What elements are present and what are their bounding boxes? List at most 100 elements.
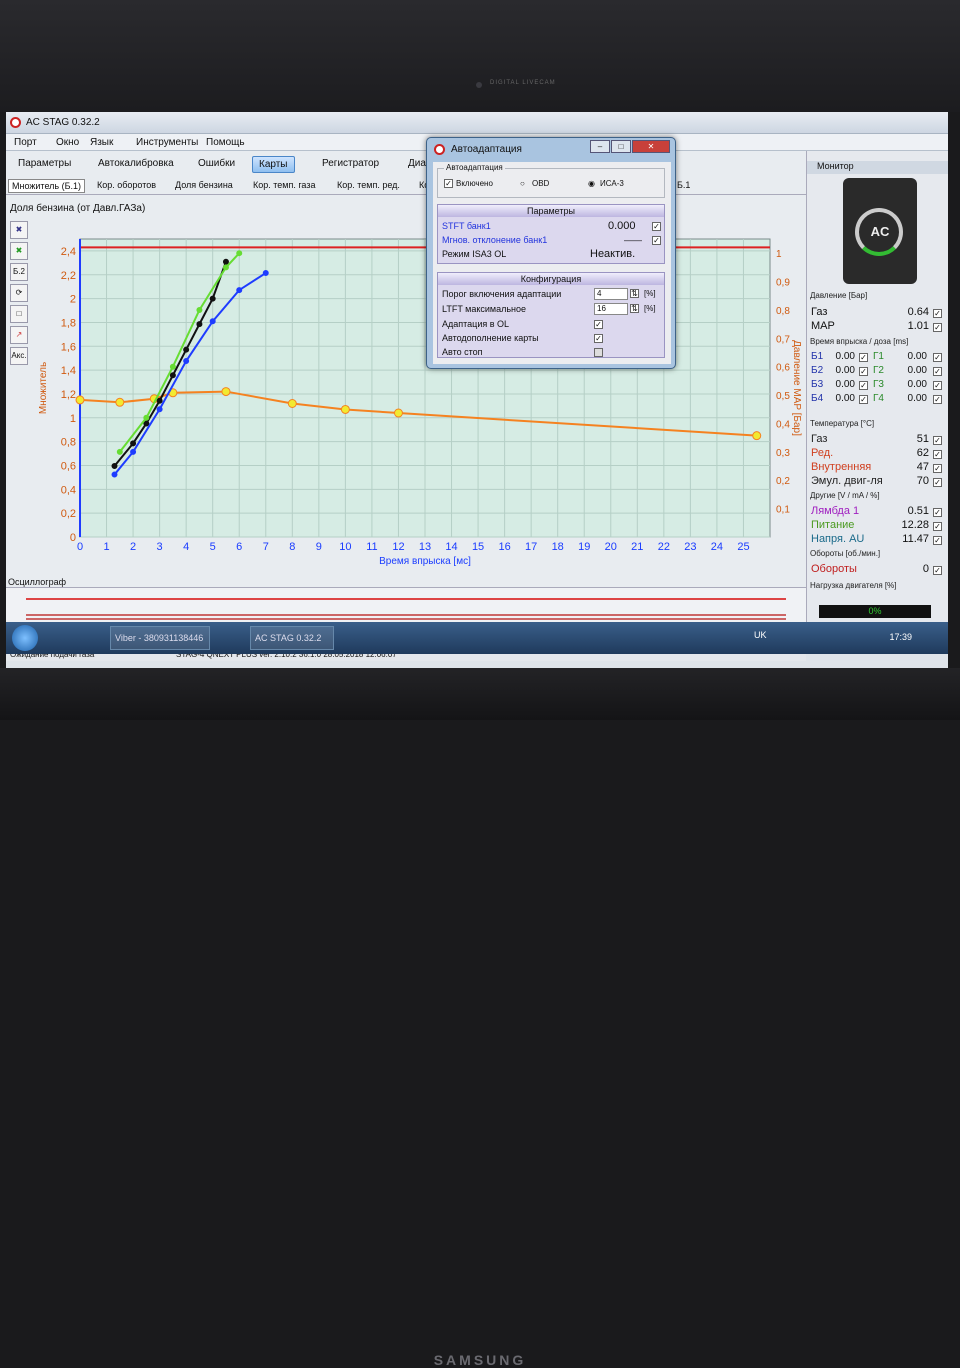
menu-window[interactable]: Окно: [56, 137, 79, 148]
bank2-button[interactable]: Б.2: [10, 263, 28, 281]
tab-recorder[interactable]: Регистратор: [316, 156, 385, 173]
tab-maps[interactable]: Карты: [252, 156, 295, 173]
menu-port[interactable]: Порт: [14, 137, 37, 148]
series-point-pressure_blue: [236, 287, 243, 294]
autoadaptation-group: Автоадаптация ✓ Включено ○ OBD ◉ ИСА-3: [437, 163, 665, 198]
injection-gas-label: Г2: [873, 365, 884, 376]
obd-radio-icon[interactable]: ○: [520, 179, 525, 188]
other-label: Напря. AU: [811, 533, 865, 545]
injection-gas-checkbox[interactable]: ✓: [933, 367, 942, 376]
pressure-gas-checkbox[interactable]: ✓: [933, 309, 942, 318]
series-point-multiplier_curve: [221, 387, 231, 397]
injection-petrol-checkbox[interactable]: ✓: [859, 353, 868, 362]
injection-petrol-checkbox[interactable]: ✓: [859, 381, 868, 390]
pressure-map-checkbox[interactable]: ✓: [933, 323, 942, 332]
chart-svg[interactable]: 0 1 2 3 4 5 6 7 8 9 10 11 12 13 14 15 16 17 18 19 20 21 22 23 24…: [32, 229, 806, 577]
subtab-gas-temp-correction[interactable]: Кор. темп. газа: [250, 179, 318, 191]
acc-button[interactable]: Акс.: [10, 347, 28, 365]
rpm-value: 0: [922, 563, 929, 575]
adapt-ol-label: Адаптация в OL: [442, 319, 510, 329]
instant-deviation-value: ——: [624, 235, 642, 245]
menu-language[interactable]: Язык: [90, 137, 113, 148]
series-point-pressure_blue: [130, 448, 137, 455]
y-tick-label: 0,4: [61, 484, 76, 496]
subtab-rpm-correction[interactable]: Кор. оборотов: [94, 179, 159, 191]
subtab-multiplier[interactable]: Множитель (Б.1): [8, 179, 85, 193]
taskbar-acstag[interactable]: AC STAG 0.32.2: [250, 626, 334, 650]
series-point-pressure_blue: [209, 318, 216, 325]
square-icon[interactable]: □: [10, 305, 28, 323]
stft-label: STFT банк1: [442, 221, 491, 231]
ltft-stepper-icon[interactable]: ⇅: [630, 304, 639, 313]
injection-petrol-value: 0.00: [835, 365, 855, 376]
graph-icon[interactable]: ↗: [10, 326, 28, 344]
cross-green-icon[interactable]: ✖: [10, 242, 28, 260]
threshold-input[interactable]: 4: [594, 288, 628, 300]
other-value: 0.51: [907, 505, 929, 517]
start-button-icon[interactable]: [12, 625, 38, 651]
subtab-bank1[interactable]: Б.1: [674, 179, 693, 191]
pressure-gas-value: 0.64: [907, 306, 929, 318]
rpm-checkbox[interactable]: ✓: [933, 566, 942, 575]
temperature-checkbox[interactable]: ✓: [933, 450, 942, 459]
y2-tick-label: 0,8: [776, 306, 790, 317]
autofill-checkbox[interactable]: ✓: [594, 334, 603, 343]
series-point-pressure_blue: [183, 358, 190, 365]
threshold-stepper-icon[interactable]: ⇅: [630, 289, 639, 298]
temperature-checkbox[interactable]: ✓: [933, 478, 942, 487]
keyboard-language[interactable]: UK: [754, 630, 767, 640]
map-chart[interactable]: 0 1 2 3 4 5 6 7 8 9 10 11 12 13 14 15 16 17 18 19 20 21 22 23 24…: [32, 229, 806, 577]
y-tick-label: 2: [70, 294, 76, 306]
isa-radio-icon[interactable]: ◉: [588, 179, 595, 188]
temperature-checkbox[interactable]: ✓: [933, 436, 942, 445]
taskbar-viber[interactable]: Viber - 380931138446: [110, 626, 210, 650]
maximize-icon[interactable]: □: [611, 140, 631, 153]
clock[interactable]: 17:39: [889, 632, 912, 642]
refresh-icon[interactable]: ⟳: [10, 284, 28, 302]
series-point-pressure_black: [209, 295, 216, 302]
injection-petrol-checkbox[interactable]: ✓: [859, 395, 868, 404]
enabled-checkbox[interactable]: ✓: [444, 179, 453, 188]
isa3-mode-value: Неактив.: [590, 248, 636, 260]
series-point-multiplier_curve: [393, 408, 403, 418]
samsung-logo: SAMSUNG: [433, 1352, 527, 1368]
instant-deviation-checkbox[interactable]: ✓: [652, 236, 661, 245]
cross-blue-icon[interactable]: ✖: [10, 221, 28, 239]
logo-text: AC: [870, 224, 890, 239]
group-legend: Автоадаптация: [444, 163, 505, 172]
tab-autocalibration[interactable]: Автокалибровка: [92, 156, 180, 173]
injection-petrol-label: Б3: [811, 379, 824, 390]
isa3-mode-label: Режим ISA3 OL: [442, 249, 507, 259]
injection-gas-checkbox[interactable]: ✓: [933, 395, 942, 404]
menu-tools[interactable]: Инструменты: [136, 137, 198, 148]
tab-errors[interactable]: Ошибки: [192, 156, 241, 173]
stft-checkbox[interactable]: ✓: [652, 222, 661, 231]
adapt-ol-checkbox[interactable]: ✓: [594, 320, 603, 329]
y2-tick-label: 0,7: [776, 334, 790, 345]
series-point-pressure_black: [111, 463, 118, 470]
webcam-icon: [476, 82, 482, 88]
dialog-title: Автоадаптация: [451, 144, 522, 155]
other-checkbox[interactable]: ✓: [933, 522, 942, 531]
menu-help[interactable]: Помощь: [206, 137, 245, 148]
subtab-petrol-share[interactable]: Доля бензина: [172, 179, 236, 191]
injection-petrol-checkbox[interactable]: ✓: [859, 367, 868, 376]
series-point-pressure_green: [116, 448, 123, 455]
other-label: Лямбда 1: [811, 505, 860, 517]
autostop-checkbox[interactable]: [594, 348, 603, 357]
series-point-pressure_green: [222, 264, 229, 271]
minimize-icon[interactable]: –: [590, 140, 610, 153]
subtab-reducer-temp-correction[interactable]: Кор. темп. ред.: [334, 179, 403, 191]
close-icon[interactable]: ✕: [632, 140, 670, 153]
temperature-label: Внутренняя: [811, 461, 872, 473]
other-checkbox[interactable]: ✓: [933, 536, 942, 545]
injection-gas-checkbox[interactable]: ✓: [933, 381, 942, 390]
ltft-input[interactable]: 16: [594, 303, 628, 315]
y2-tick-label: 0,9: [776, 278, 790, 289]
temperature-checkbox[interactable]: ✓: [933, 464, 942, 473]
tab-parameters[interactable]: Параметры: [12, 156, 77, 173]
injection-gas-checkbox[interactable]: ✓: [933, 353, 942, 362]
y-tick-label: 1: [70, 413, 76, 425]
series-point-pressure_black: [130, 440, 137, 447]
other-checkbox[interactable]: ✓: [933, 508, 942, 517]
